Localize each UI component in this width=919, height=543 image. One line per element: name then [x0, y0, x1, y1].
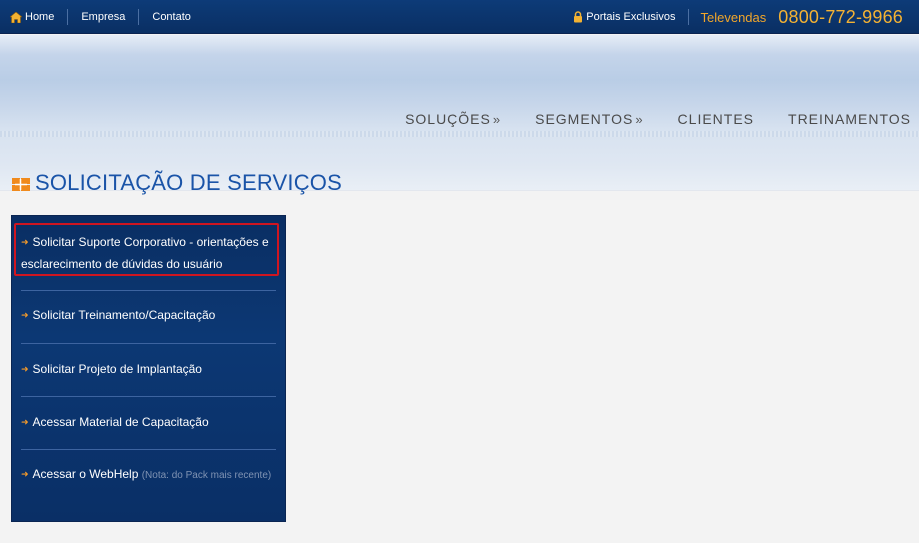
portais-exclusivos-link[interactable]: Portais Exclusivos [573, 11, 676, 23]
chevron-right-icon: » [635, 111, 644, 127]
menu-divider [21, 343, 276, 344]
nav-clientes[interactable]: CLIENTES [678, 111, 754, 127]
page-header: SOLICITAÇÃO DE SERVIÇOS [12, 170, 342, 196]
menu-item-label: Solicitar Projeto de Implantação [32, 362, 202, 376]
top-nav: Home Empresa Contato [8, 0, 204, 34]
nav-clientes-label: CLIENTES [677, 111, 755, 127]
home-icon [10, 11, 22, 23]
menu-divider [21, 449, 276, 450]
menu-item-label: Solicitar Treinamento/Capacitação [32, 308, 216, 322]
menu-divider [21, 396, 276, 397]
top-right-divider [687, 9, 689, 25]
empresa-link[interactable]: Empresa [68, 9, 138, 25]
main-nav: SOLUÇÕES » SEGMENTOS » CLIENTES TREINAME… [371, 111, 911, 127]
menu-item-projeto-implantacao[interactable]: ➜ Solicitar Projeto de Implantação [21, 359, 279, 381]
home-link[interactable]: Home [8, 9, 67, 25]
televendas-label: Televendas [700, 9, 767, 25]
nav-segmentos-label: SEGMENTOS [535, 111, 634, 127]
home-link-label: Home [25, 11, 55, 23]
arrow-right-icon: ➜ [21, 364, 29, 374]
nav-solucoes-label: SOLUÇÕES [405, 111, 491, 127]
arrow-right-icon: ➜ [21, 237, 29, 247]
nav-solucoes[interactable]: SOLUÇÕES » [405, 111, 501, 127]
arrow-right-icon: ➜ [21, 469, 29, 479]
lock-icon [573, 11, 583, 23]
service-menu: ➜ Solicitar Suporte Corporativo - orienta… [11, 215, 286, 522]
menu-item-material-capacitacao[interactable]: ➜ Acessar Material de Capacitação [21, 412, 279, 434]
menu-item-webhelp[interactable]: ➜ Acessar o WebHelp (Nota: do Pack mais r… [21, 464, 279, 486]
nav-treinamentos[interactable]: TREINAMENTOS [788, 111, 911, 127]
menu-divider [21, 290, 276, 291]
portais-label: Portais Exclusivos [586, 11, 676, 23]
menu-item-treinamento[interactable]: ➜ Solicitar Treinamento/Capacitação [21, 305, 279, 327]
menu-item-label: Acessar Material de Capacitação [32, 415, 209, 429]
chevron-right-icon: » [492, 111, 502, 127]
top-bar: Home Empresa Contato Portais Exclusivos … [0, 0, 919, 34]
phone-number: 0800-772-9966 [778, 6, 903, 27]
contato-link[interactable]: Contato [139, 9, 204, 25]
section-icon [12, 176, 31, 193]
arrow-right-icon: ➜ [21, 310, 29, 320]
nav-band: SOLUÇÕES » SEGMENTOS » CLIENTES TREINAME… [0, 35, 919, 190]
top-right: Portais Exclusivos Televendas 0800-772-9… [573, 0, 903, 34]
page-title: SOLICITAÇÃO DE SERVIÇOS [35, 170, 342, 195]
menu-item-suporte-corporativo[interactable]: ➜ Solicitar Suporte Corporativo - orienta… [21, 232, 279, 275]
nav-treinamentos-label: TREINAMENTOS [788, 111, 911, 127]
webhelp-note: (Nota: do Pack mais recente) [141, 470, 272, 481]
arrow-right-icon: ➜ [21, 417, 29, 427]
nav-segmentos[interactable]: SEGMENTOS » [535, 111, 643, 127]
menu-item-label: Acessar o WebHelp [32, 467, 139, 481]
menu-item-label: Solicitar Suporte Corporativo - orientaç… [21, 235, 269, 271]
decorative-stripes [0, 131, 919, 137]
